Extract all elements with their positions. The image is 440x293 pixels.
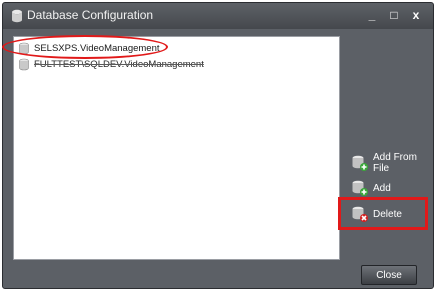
add-from-file-label: Add From File bbox=[373, 152, 417, 174]
window-title: Database Configuration bbox=[27, 8, 154, 22]
add-label: Add bbox=[373, 182, 391, 194]
add-from-file-button[interactable]: Add From File bbox=[351, 152, 433, 174]
database-configuration-window: Database Configuration _ □ x SELSXPS.Vid… bbox=[2, 2, 434, 289]
database-icon bbox=[12, 9, 22, 23]
title-bar[interactable]: Database Configuration _ □ x bbox=[3, 3, 433, 29]
minimize-button[interactable]: _ bbox=[365, 7, 379, 23]
add-icon bbox=[352, 180, 368, 196]
close-window-button[interactable]: x bbox=[409, 7, 423, 23]
list-item-label: FULTTEST\SQLDEV.VideoManagement bbox=[34, 58, 204, 70]
database-icon bbox=[19, 58, 29, 70]
list-item[interactable]: SELSXPS.VideoManagement bbox=[18, 41, 160, 55]
delete-button[interactable]: Delete bbox=[351, 204, 402, 224]
list-item-label: SELSXPS.VideoManagement bbox=[34, 42, 160, 54]
close-button[interactable]: Close bbox=[361, 265, 417, 285]
add-from-file-icon bbox=[352, 155, 368, 171]
maximize-button[interactable]: □ bbox=[387, 7, 401, 23]
database-icon bbox=[19, 42, 29, 54]
delete-icon bbox=[352, 206, 368, 222]
add-button[interactable]: Add bbox=[351, 178, 391, 198]
list-item[interactable]: FULTTEST\SQLDEV.VideoManagement bbox=[18, 57, 204, 71]
database-list[interactable]: SELSXPS.VideoManagement FULTTEST\SQLDEV.… bbox=[13, 36, 340, 260]
delete-label: Delete bbox=[373, 208, 402, 220]
